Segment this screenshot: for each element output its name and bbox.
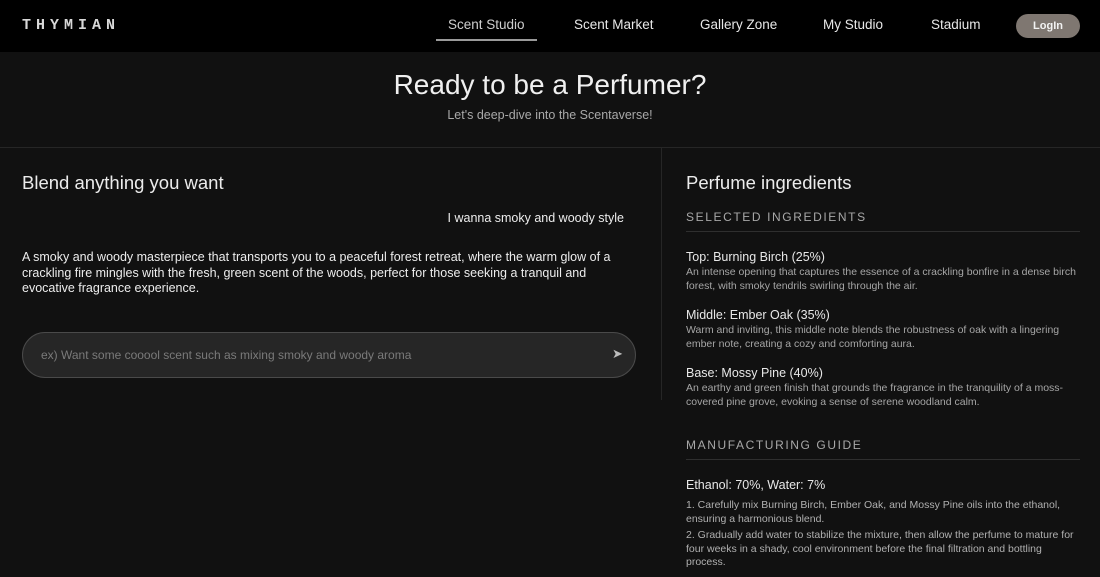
- ingredient-base-name: Base: Mossy Pine (40%): [686, 366, 823, 380]
- nav-scent-studio[interactable]: Scent Studio: [448, 17, 525, 32]
- nav-active-indicator: [436, 39, 537, 41]
- guide-step-2: 2. Gradually add water to stabilize the …: [686, 529, 1074, 568]
- nav-scent-market[interactable]: Scent Market: [574, 17, 654, 32]
- chat-input-container: ➤: [22, 332, 636, 378]
- hero-section: Ready to be a Perfumer? Let's deep-dive …: [0, 52, 1100, 148]
- page-title: Ready to be a Perfumer?: [393, 69, 707, 100]
- send-icon[interactable]: ➤: [612, 346, 623, 362]
- nav-my-studio[interactable]: My Studio: [823, 17, 883, 32]
- page-subtitle: Let's deep-dive into the Scentaverse!: [447, 108, 653, 122]
- login-button[interactable]: LogIn: [1016, 14, 1080, 38]
- blend-panel: Blend anything you want I wanna smoky an…: [0, 148, 661, 577]
- ingredient-middle-name: Middle: Ember Oak (35%): [686, 308, 830, 322]
- chat-input[interactable]: [41, 333, 601, 377]
- nav-gallery-zone[interactable]: Gallery Zone: [700, 17, 777, 32]
- assistant-message: A smoky and woody masterpiece that trans…: [22, 250, 611, 295]
- manufacturing-guide-heading: MANUFACTURING GUIDE: [686, 438, 1080, 460]
- ingredients-panel: Perfume ingredients SELECTED INGREDIENTS…: [662, 148, 1100, 577]
- guide-step-1: 1. Carefully mix Burning Birch, Ember Oa…: [686, 499, 1061, 525]
- ingredient-base-description: An earthy and green finish that grounds …: [686, 382, 1064, 408]
- selected-ingredients-heading: SELECTED INGREDIENTS: [686, 210, 1080, 232]
- ingredients-title: Perfume ingredients: [686, 172, 852, 193]
- user-message: I wanna smoky and woody style: [447, 211, 624, 225]
- ingredient-top-description: An intense opening that captures the ess…: [686, 266, 1076, 292]
- logo[interactable]: THYMIAN: [22, 17, 120, 34]
- ingredient-top-name: Top: Burning Birch (25%): [686, 250, 825, 264]
- nav-stadium[interactable]: Stadium: [931, 17, 981, 32]
- top-navigation-bar: THYMIAN Scent Studio Scent Market Galler…: [0, 0, 1100, 52]
- guide-ratio: Ethanol: 70%, Water: 7%: [686, 478, 826, 492]
- ingredient-middle-description: Warm and inviting, this middle note blen…: [686, 324, 1060, 350]
- blend-title: Blend anything you want: [22, 172, 224, 193]
